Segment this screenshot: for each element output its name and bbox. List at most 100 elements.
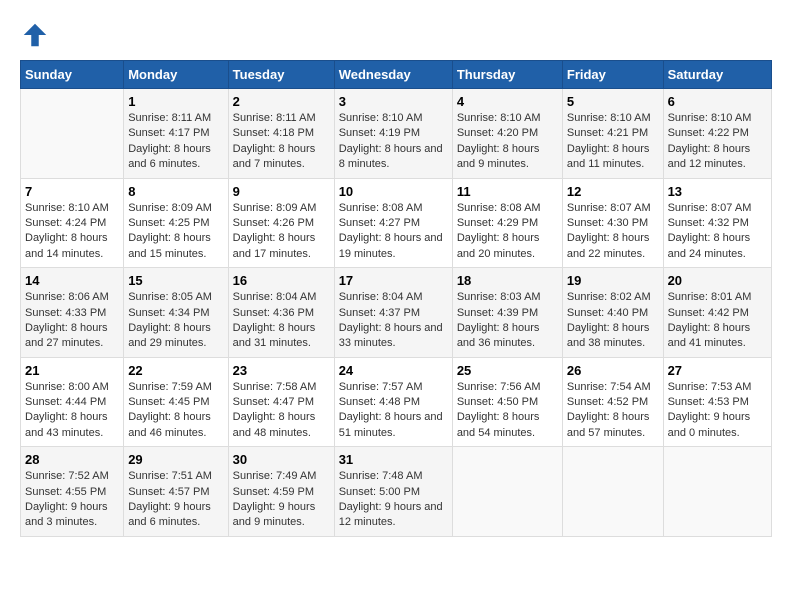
sunset-time: 4:27 PM — [379, 217, 420, 229]
day-number: 28 — [25, 452, 119, 467]
sunrise-time: 7:53 AM — [711, 381, 751, 393]
day-info: Sunrise: 8:03 AM Sunset: 4:39 PM Dayligh… — [457, 290, 558, 352]
day-info: Sunrise: 8:07 AM Sunset: 4:32 PM Dayligh… — [668, 201, 767, 263]
sunrise-label: Sunrise: — [339, 112, 379, 124]
sunrise-label: Sunrise: — [339, 381, 379, 393]
day-info: Sunrise: 7:48 AM Sunset: 5:00 PM Dayligh… — [339, 469, 448, 531]
day-number: 6 — [668, 94, 767, 109]
day-info: Sunrise: 8:06 AM Sunset: 4:33 PM Dayligh… — [25, 290, 119, 352]
sunset-time: 4:21 PM — [607, 127, 648, 139]
sunrise-time: 8:10 AM — [68, 202, 108, 214]
sunrise-time: 8:10 AM — [500, 112, 540, 124]
day-info: Sunrise: 7:53 AM Sunset: 4:53 PM Dayligh… — [668, 380, 767, 442]
sunset-time: 4:39 PM — [497, 307, 538, 319]
day-number: 5 — [567, 94, 659, 109]
sunset-label: Sunset: — [128, 396, 165, 408]
sunset-time: 4:44 PM — [65, 396, 106, 408]
daylight-label: Daylight: — [25, 501, 68, 513]
weekday-header-saturday: Saturday — [663, 61, 771, 89]
day-info: Sunrise: 8:08 AM Sunset: 4:29 PM Dayligh… — [457, 201, 558, 263]
sunset-label: Sunset: — [233, 217, 270, 229]
day-number: 24 — [339, 363, 448, 378]
day-number: 31 — [339, 452, 448, 467]
day-info: Sunrise: 7:52 AM Sunset: 4:55 PM Dayligh… — [25, 469, 119, 531]
day-info: Sunrise: 8:01 AM Sunset: 4:42 PM Dayligh… — [668, 290, 767, 352]
calendar-cell — [663, 447, 771, 537]
calendar-cell: 10 Sunrise: 8:08 AM Sunset: 4:27 PM Dayl… — [334, 178, 452, 268]
daylight-label: Daylight: — [457, 143, 500, 155]
sunset-time: 4:30 PM — [607, 217, 648, 229]
day-info: Sunrise: 7:58 AM Sunset: 4:47 PM Dayligh… — [233, 380, 330, 442]
daylight-label: Daylight: — [668, 322, 711, 334]
calendar-week-row: 1 Sunrise: 8:11 AM Sunset: 4:17 PM Dayli… — [21, 89, 772, 179]
daylight-label: Daylight: — [128, 232, 171, 244]
calendar-cell: 18 Sunrise: 8:03 AM Sunset: 4:39 PM Dayl… — [452, 268, 562, 358]
sunrise-time: 8:07 AM — [610, 202, 650, 214]
calendar-cell: 9 Sunrise: 8:09 AM Sunset: 4:26 PM Dayli… — [228, 178, 334, 268]
calendar-table: SundayMondayTuesdayWednesdayThursdayFrid… — [20, 60, 772, 537]
calendar-cell: 22 Sunrise: 7:59 AM Sunset: 4:45 PM Dayl… — [124, 357, 228, 447]
day-info: Sunrise: 8:10 AM Sunset: 4:21 PM Dayligh… — [567, 111, 659, 173]
calendar-cell: 12 Sunrise: 8:07 AM Sunset: 4:30 PM Dayl… — [562, 178, 663, 268]
sunrise-time: 8:02 AM — [610, 291, 650, 303]
day-number: 10 — [339, 184, 448, 199]
day-info: Sunrise: 8:07 AM Sunset: 4:30 PM Dayligh… — [567, 201, 659, 263]
day-info: Sunrise: 7:59 AM Sunset: 4:45 PM Dayligh… — [128, 380, 223, 442]
sunrise-label: Sunrise: — [233, 202, 273, 214]
day-info: Sunrise: 8:11 AM Sunset: 4:17 PM Dayligh… — [128, 111, 223, 173]
calendar-cell: 26 Sunrise: 7:54 AM Sunset: 4:52 PM Dayl… — [562, 357, 663, 447]
sunset-label: Sunset: — [457, 307, 494, 319]
calendar-cell — [452, 447, 562, 537]
sunrise-label: Sunrise: — [339, 291, 379, 303]
calendar-week-row: 21 Sunrise: 8:00 AM Sunset: 4:44 PM Dayl… — [21, 357, 772, 447]
day-number: 12 — [567, 184, 659, 199]
calendar-cell: 1 Sunrise: 8:11 AM Sunset: 4:17 PM Dayli… — [124, 89, 228, 179]
daylight-label: Daylight: — [25, 411, 68, 423]
calendar-cell: 7 Sunrise: 8:10 AM Sunset: 4:24 PM Dayli… — [21, 178, 124, 268]
sunset-label: Sunset: — [339, 486, 376, 498]
day-number: 2 — [233, 94, 330, 109]
sunrise-label: Sunrise: — [668, 291, 708, 303]
day-info: Sunrise: 7:49 AM Sunset: 4:59 PM Dayligh… — [233, 469, 330, 531]
sunrise-label: Sunrise: — [233, 381, 273, 393]
daylight-label: Daylight: — [668, 232, 711, 244]
calendar-cell: 25 Sunrise: 7:56 AM Sunset: 4:50 PM Dayl… — [452, 357, 562, 447]
calendar-cell: 31 Sunrise: 7:48 AM Sunset: 5:00 PM Dayl… — [334, 447, 452, 537]
day-number: 22 — [128, 363, 223, 378]
calendar-cell: 19 Sunrise: 8:02 AM Sunset: 4:40 PM Dayl… — [562, 268, 663, 358]
weekday-header-tuesday: Tuesday — [228, 61, 334, 89]
sunrise-label: Sunrise: — [128, 291, 168, 303]
sunset-label: Sunset: — [339, 127, 376, 139]
daylight-label: Daylight: — [25, 322, 68, 334]
weekday-header-wednesday: Wednesday — [334, 61, 452, 89]
daylight-label: Daylight: — [567, 143, 610, 155]
calendar-cell — [562, 447, 663, 537]
sunset-label: Sunset: — [457, 127, 494, 139]
sunrise-label: Sunrise: — [233, 470, 273, 482]
calendar-cell: 5 Sunrise: 8:10 AM Sunset: 4:21 PM Dayli… — [562, 89, 663, 179]
sunrise-label: Sunrise: — [457, 381, 497, 393]
sunset-label: Sunset: — [567, 307, 604, 319]
calendar-cell: 6 Sunrise: 8:10 AM Sunset: 4:22 PM Dayli… — [663, 89, 771, 179]
sunrise-label: Sunrise: — [668, 202, 708, 214]
sunrise-label: Sunrise: — [567, 112, 607, 124]
daylight-label: Daylight: — [567, 322, 610, 334]
sunset-label: Sunset: — [25, 307, 62, 319]
sunset-time: 4:37 PM — [379, 307, 420, 319]
day-number: 26 — [567, 363, 659, 378]
day-number: 30 — [233, 452, 330, 467]
sunset-time: 4:52 PM — [607, 396, 648, 408]
day-number: 9 — [233, 184, 330, 199]
sunset-label: Sunset: — [233, 486, 270, 498]
sunrise-time: 8:11 AM — [276, 112, 316, 124]
sunset-label: Sunset: — [457, 217, 494, 229]
sunset-label: Sunset: — [668, 217, 705, 229]
sunset-label: Sunset: — [25, 486, 62, 498]
sunrise-label: Sunrise: — [25, 202, 65, 214]
daylight-label: Daylight: — [457, 322, 500, 334]
calendar-cell: 28 Sunrise: 7:52 AM Sunset: 4:55 PM Dayl… — [21, 447, 124, 537]
sunrise-time: 7:58 AM — [276, 381, 316, 393]
weekday-header-thursday: Thursday — [452, 61, 562, 89]
sunrise-time: 8:04 AM — [382, 291, 422, 303]
daylight-label: Daylight: — [128, 322, 171, 334]
